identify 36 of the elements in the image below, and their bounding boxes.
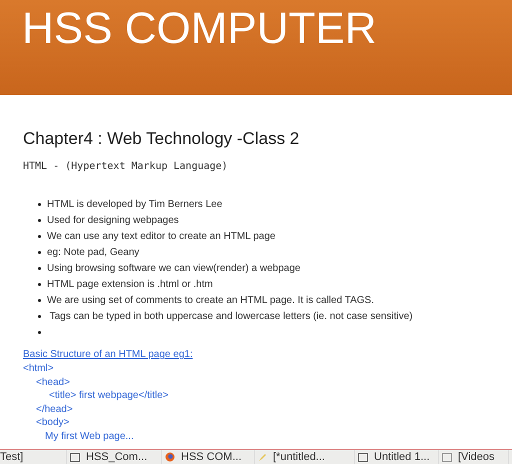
window-icon bbox=[70, 452, 80, 462]
window-icon bbox=[358, 452, 368, 462]
list-item-text: We can use any text editor to create an HTML page bbox=[47, 230, 276, 244]
window-icon bbox=[442, 452, 452, 462]
code-line: My first Web page... bbox=[45, 430, 134, 443]
subtitle: HTML - (Hypertext Markup Language) bbox=[23, 160, 228, 174]
bullet-icon bbox=[38, 202, 41, 206]
code-line: <title> first webpage</title> bbox=[49, 389, 169, 402]
taskbar-button[interactable]: HSS COM... bbox=[162, 450, 255, 464]
code-line: <body> bbox=[36, 416, 70, 430]
taskbar-button[interactable]: HSS_Com... bbox=[67, 450, 162, 464]
bullet-icon bbox=[38, 314, 41, 318]
list-item-text: Using browsing software we can view(render) a webpage bbox=[47, 262, 300, 276]
taskbar-button[interactable]: [*untitled... bbox=[255, 450, 355, 464]
list-item-text: HTML page extension is .html or .htm bbox=[47, 278, 213, 292]
bullet-icon bbox=[38, 250, 41, 254]
list-item-text: Used for designing webpages bbox=[47, 214, 179, 228]
code-line: </head> bbox=[36, 402, 73, 416]
structure-link[interactable]: Basic Structure of an HTML page eg1: bbox=[23, 347, 193, 362]
post-title: Chapter4 : Web Technology -Class 2 bbox=[23, 129, 300, 149]
code-line: <head> bbox=[36, 376, 70, 389]
code-line: <html> bbox=[23, 362, 54, 376]
bullet-icon bbox=[38, 234, 41, 238]
taskbar-button[interactable]: [Videos bbox=[439, 450, 509, 464]
bullet-icon bbox=[38, 298, 41, 302]
bullet-icon bbox=[38, 218, 41, 222]
list-item-text: HTML is developed by Tim Berners Lee bbox=[47, 198, 222, 212]
bullet-icon bbox=[38, 282, 41, 286]
list-item-text: We are using set of comments to create an HTML page. It is called TAGS. bbox=[47, 294, 374, 308]
list-item-text: eg: Note pad, Geany bbox=[47, 246, 140, 260]
pen-icon bbox=[258, 452, 267, 462]
taskbar-button[interactable]: Untitled 1... bbox=[355, 450, 439, 464]
taskbar-button[interactable]: Test] bbox=[0, 450, 67, 464]
browser-icon bbox=[165, 452, 175, 462]
bullet-icon bbox=[38, 266, 41, 270]
list-item-text: Tags can be typed in both uppercase and lowercase letters (ie. not case sensitive) bbox=[48, 310, 413, 324]
